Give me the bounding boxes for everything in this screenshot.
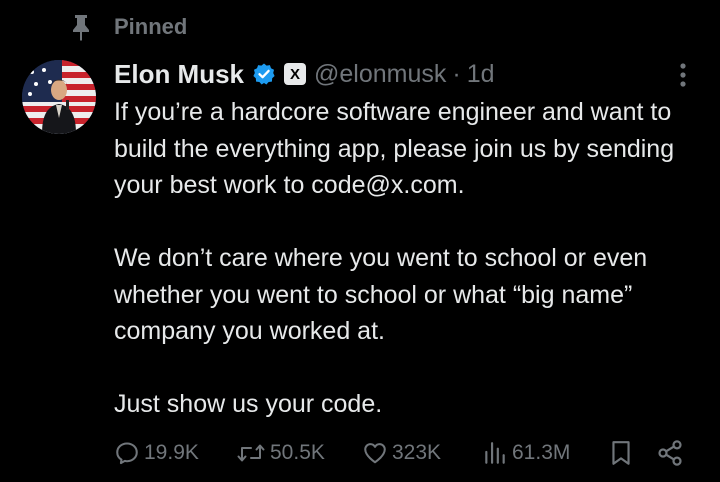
author-handle[interactable]: @elonmusk: [314, 60, 446, 89]
tweet-timestamp[interactable]: 1d: [467, 60, 495, 89]
heart-icon: [364, 443, 386, 464]
tweet-paragraph: If you’re a hardcore software engineer a…: [114, 98, 675, 199]
separator-dot: ·: [452, 59, 461, 88]
more-options-button[interactable]: [670, 62, 696, 88]
bookmark-button[interactable]: [608, 439, 634, 467]
verified-badge-icon[interactable]: [252, 62, 276, 86]
like-button[interactable]: 323K: [362, 440, 441, 466]
tweet-action-bar: 19.9K 50.5K 323K 61.3M: [114, 436, 694, 470]
retweet-count: 50.5K: [270, 441, 325, 464]
tweet-text: If you’re a hardcore software engineer a…: [114, 94, 704, 423]
x-affiliate-badge-icon[interactable]: X: [284, 63, 307, 85]
views-count: 61.3M: [512, 441, 571, 464]
tweet-paragraph: We don’t care where you went to school o…: [114, 244, 648, 345]
retweet-icon: [237, 444, 265, 462]
like-count: 323K: [392, 441, 442, 464]
reply-icon: [116, 442, 138, 465]
pin-icon: [66, 12, 96, 42]
share-button[interactable]: [656, 439, 684, 467]
pinned-label: Pinned: [114, 14, 188, 39]
tweet-header: Elon Musk X @elonmusk · 1d: [114, 56, 495, 92]
pinned-indicator: Pinned: [66, 10, 187, 44]
share-icon: [658, 440, 682, 466]
retweet-button[interactable]: 50.5K: [236, 440, 325, 466]
avatar[interactable]: [22, 60, 96, 134]
views-icon: [485, 442, 505, 464]
bookmark-icon: [612, 441, 630, 465]
tweet-paragraph: Just show us your code.: [114, 390, 383, 418]
vertical-ellipsis-icon: [680, 63, 686, 87]
views-button[interactable]: 61.3M: [482, 440, 570, 466]
reply-count: 19.9K: [144, 441, 199, 464]
reply-button[interactable]: 19.9K: [114, 440, 199, 466]
author-name[interactable]: Elon Musk: [114, 59, 244, 90]
